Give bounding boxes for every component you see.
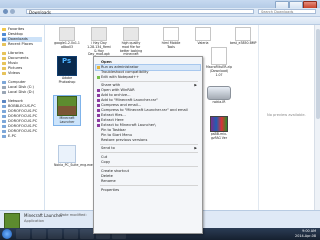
computer-icon: [2, 129, 6, 133]
drive-icon: [2, 85, 6, 89]
downloads-icon: [2, 37, 6, 41]
ps-logo: Ps: [62, 57, 72, 65]
videos-icon: [2, 71, 6, 75]
star-icon: [2, 27, 6, 31]
network-icon: [2, 99, 6, 103]
dirt-block: [58, 106, 76, 115]
menu-separator: [100, 152, 198, 153]
file-item[interactable]: MacroFiltuER.zip (Download) 1.07: [206, 47, 232, 77]
computer-icon: [2, 104, 6, 108]
menu-edit-notepadpp[interactable]: Edit with Notepad++: [96, 75, 200, 80]
drive-icon: [2, 90, 6, 94]
clock-date: 2014-Apr-08: [295, 233, 316, 238]
menu-rename[interactable]: Rename: [96, 179, 200, 184]
winrar-icon: [97, 109, 100, 112]
nav-network-pc[interactable]: E-PC: [2, 134, 16, 139]
winrar-icon: [97, 104, 100, 107]
file-icon: [91, 27, 107, 41]
file-item[interactable]: html Mobile Tools: [158, 27, 184, 50]
file-icon: [163, 27, 179, 41]
title-bar: [0, 0, 320, 9]
menu-separator: [100, 185, 198, 186]
minecraft-icon: [57, 96, 77, 116]
taskbar-app-icon[interactable]: [64, 229, 78, 239]
computer-icon: [2, 134, 6, 138]
winrar-icon: [97, 94, 100, 97]
menu-separator: [100, 144, 198, 145]
taskbar-media-icon[interactable]: [48, 229, 62, 239]
menu-restore-versions[interactable]: Restore previous versions: [96, 138, 200, 143]
scrollbar-thumb[interactable]: [316, 29, 320, 119]
installer-icon: [58, 145, 76, 163]
desktop-icon: [2, 32, 6, 36]
shield-icon: [97, 66, 100, 69]
computer-icon: [2, 119, 6, 123]
menu-properties[interactable]: Properties: [96, 188, 200, 193]
library-icon: [2, 51, 6, 55]
computer-icon: [2, 114, 6, 118]
menu-separator: [100, 166, 198, 167]
submenu-arrow-icon: ▶: [194, 146, 197, 150]
preview-pane: No preview available.: [258, 25, 315, 210]
winrar-icon: [97, 119, 100, 122]
taskbar-chrome-icon[interactable]: [32, 229, 46, 239]
car-image-icon: [207, 86, 231, 100]
file-item[interactable]: Nokia_PC_Suite_eng.exe: [54, 145, 93, 168]
computer-icon: [2, 80, 6, 84]
search-input[interactable]: Search Downloads: [258, 9, 316, 14]
command-bar: [0, 17, 320, 25]
file-item[interactable]: i Hay Day 1.28.134_Remi & Hay Day_mod.ap…: [86, 27, 112, 57]
file-icon: [235, 27, 251, 41]
nav-local-disk-d[interactable]: Local Disk (D:): [2, 90, 34, 95]
winrar-icon: [210, 116, 228, 132]
file-item[interactable]: psBB-mix-gzFAG Ver: [206, 116, 232, 141]
file-item[interactable]: best_e3850.BMP: [230, 27, 256, 46]
winrar-icon: [97, 114, 100, 117]
back-icon[interactable]: [3, 9, 8, 14]
documents-icon: [2, 56, 6, 60]
file-item[interactable]: Valeria: [190, 27, 216, 46]
file-icon: [123, 27, 139, 41]
context-menu: Open Run as administrator Troubleshoot c…: [93, 56, 203, 234]
photoshop-icon: Ps: [57, 56, 77, 76]
minecraft-icon: [4, 213, 20, 229]
nav-videos[interactable]: Videos: [2, 71, 20, 76]
vertical-scrollbar[interactable]: [314, 25, 320, 210]
explorer-window: Downloads Search Downloads Favorites Des…: [0, 0, 320, 240]
navigation-pane: Favorites Desktop Downloads Recent Place…: [0, 25, 45, 210]
no-preview-text: No preview available.: [267, 113, 306, 117]
nav-recent-places[interactable]: Recent Places: [2, 42, 33, 47]
notepadpp-icon: [97, 76, 100, 79]
address-path[interactable]: Downloads: [26, 9, 254, 15]
file-item[interactable]: nokia-IR: [206, 86, 232, 105]
file-item[interactable]: Ps Adobe Photoshop: [54, 56, 80, 85]
winrar-icon: [97, 99, 100, 102]
details-name: Minecraft Launcher: [24, 213, 63, 218]
taskbar-explorer-icon[interactable]: [16, 229, 30, 239]
winrar-icon: [97, 124, 100, 127]
menu-copy[interactable]: Copy: [96, 160, 200, 165]
file-icon: [59, 27, 75, 41]
menu-send-to[interactable]: Send to ▶: [96, 146, 200, 151]
taskbar-app-icon[interactable]: [80, 229, 94, 239]
file-item-selected[interactable]: Minecraft Launcher: [53, 95, 81, 126]
pictures-icon: [2, 66, 6, 70]
address-bar: Downloads Search Downloads: [0, 8, 320, 17]
file-item[interactable]: google1.2.0x1.1 a8ba03: [54, 27, 80, 50]
system-tray-clock[interactable]: 9:00 AM 2014-Apr-08: [295, 229, 316, 238]
folder-icon: [2, 42, 6, 46]
music-icon: [2, 61, 6, 65]
file-icon: [195, 27, 211, 41]
computer-icon: [2, 109, 6, 113]
start-button[interactable]: [2, 229, 12, 239]
menu-separator: [100, 81, 198, 82]
forward-icon[interactable]: [10, 9, 15, 14]
file-icon: [211, 47, 227, 65]
details-type: Application: [24, 219, 45, 223]
winrar-icon: [97, 89, 100, 92]
details-modified-label: Date modified:: [60, 213, 87, 217]
computer-icon: [2, 124, 6, 128]
